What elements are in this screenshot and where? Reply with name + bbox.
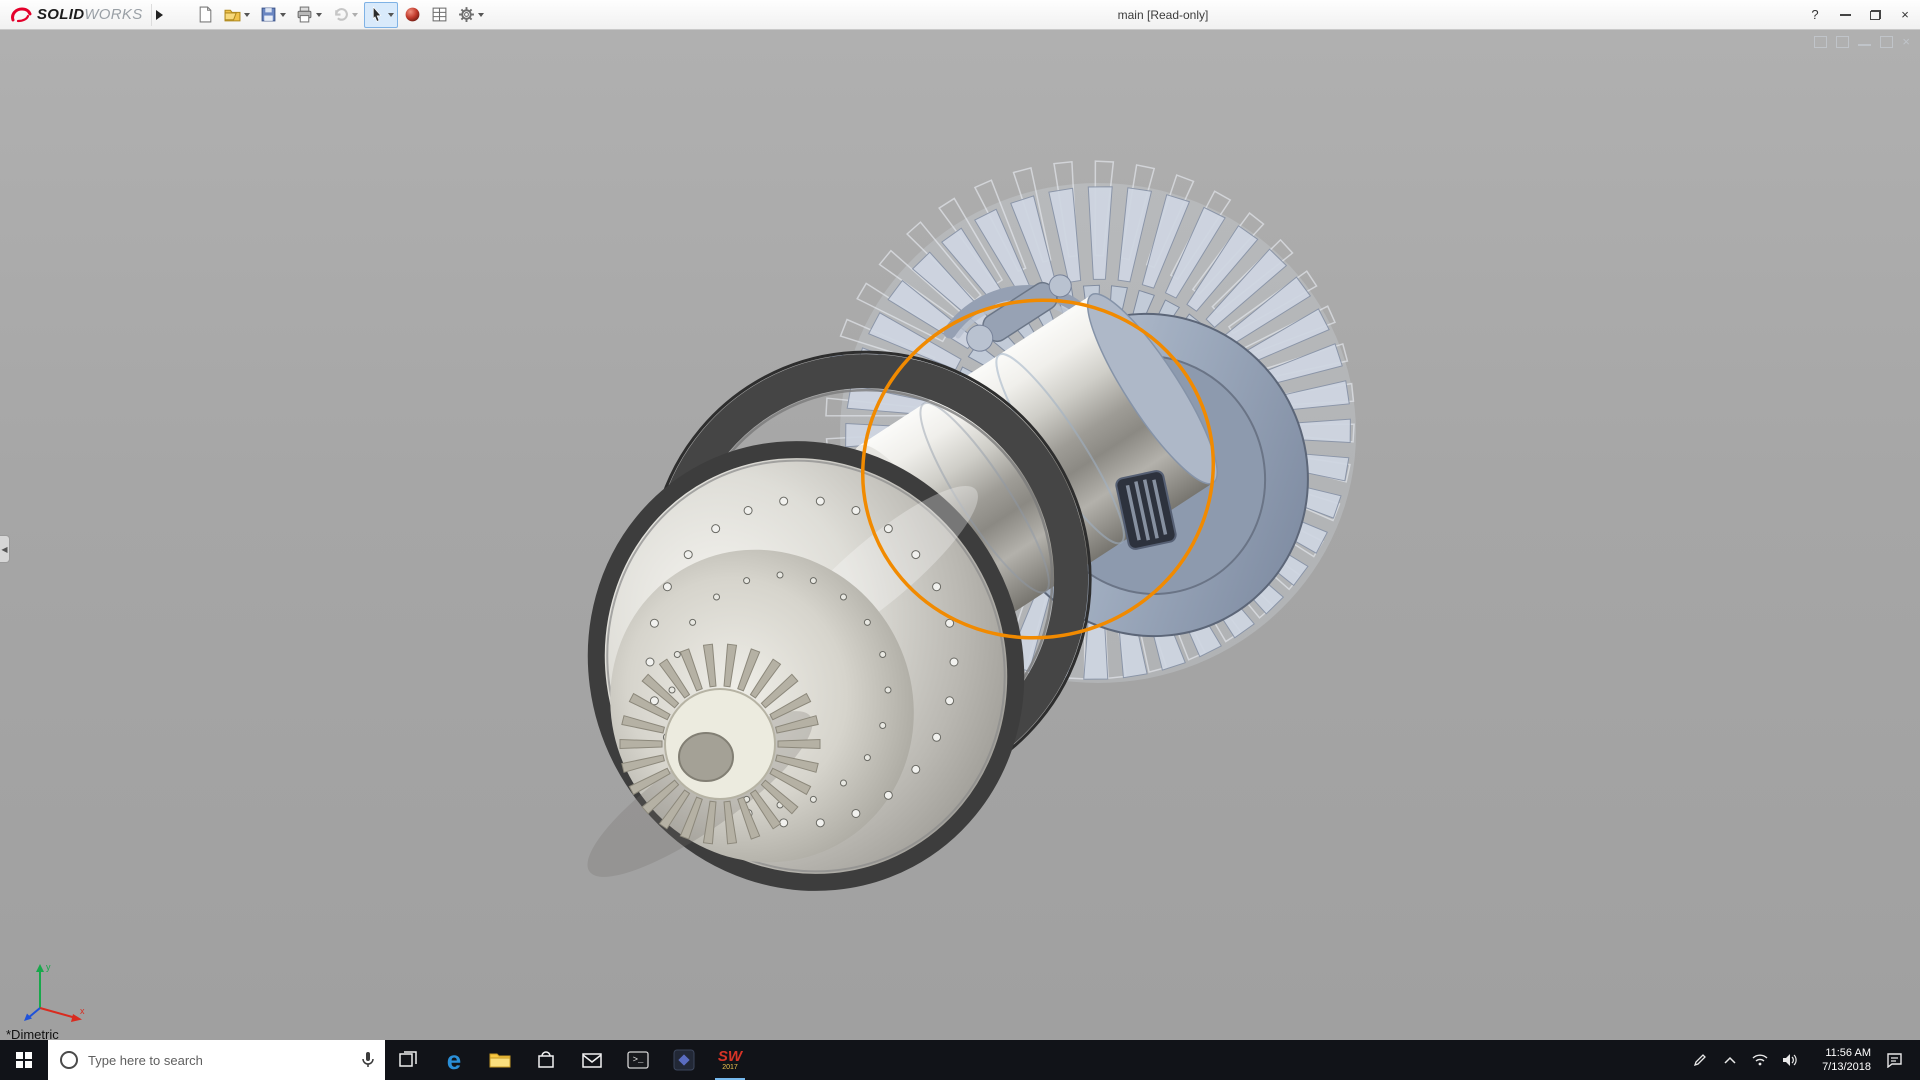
store-icon (537, 1050, 555, 1070)
solidworks-logo: SOLIDWORKS (0, 6, 151, 24)
file-explorer-button[interactable] (477, 1040, 523, 1080)
restore-icon (1870, 10, 1881, 20)
menu-flyout-button[interactable] (151, 4, 167, 26)
speaker-icon (1782, 1053, 1798, 1067)
search-input[interactable] (88, 1053, 351, 1068)
options-caret-icon[interactable] (478, 13, 484, 17)
brand-works: WORKS (84, 6, 142, 23)
close-button[interactable]: × (1890, 0, 1920, 29)
undo-icon (332, 6, 349, 23)
windows-logo-icon (16, 1052, 33, 1069)
task-view-icon (398, 1050, 418, 1070)
open-caret-icon[interactable] (244, 13, 250, 17)
minimize-icon (1840, 14, 1851, 16)
cube-app-button[interactable] (661, 1040, 707, 1080)
network-button[interactable] (1745, 1040, 1775, 1080)
options-gear-icon (458, 6, 475, 23)
system-tray: 11:56 AM 7/13/2018 (1685, 1040, 1920, 1080)
undo-caret-icon[interactable] (352, 13, 358, 17)
quick-access-toolbar (193, 2, 488, 28)
open-folder-icon (224, 6, 241, 23)
restore-button[interactable] (1860, 0, 1890, 29)
print-icon (296, 6, 313, 23)
child-minimize-icon[interactable] (1858, 39, 1871, 46)
panel-flyout-handle[interactable]: ◀ (0, 535, 10, 563)
solidworks-app-icon: SW 2017 (718, 1050, 742, 1071)
save-floppy-icon (260, 6, 277, 23)
clock-time: 11:56 AM (1805, 1046, 1871, 1060)
appearance-button[interactable] (400, 2, 425, 28)
cortana-icon (60, 1051, 78, 1069)
child-maximize-icon[interactable] (1880, 36, 1893, 48)
edge-button[interactable]: e (431, 1040, 477, 1080)
start-button[interactable] (0, 1040, 48, 1080)
volume-button[interactable] (1775, 1040, 1805, 1080)
print-caret-icon[interactable] (316, 13, 322, 17)
open-button[interactable] (220, 2, 254, 28)
taskbar-search[interactable] (48, 1040, 385, 1080)
edge-icon: e (447, 1047, 461, 1073)
command-prompt-glyph: >_ (633, 1055, 644, 1065)
print-button[interactable] (292, 2, 326, 28)
child-restore-icon[interactable] (1814, 36, 1827, 48)
wifi-icon (1752, 1054, 1768, 1066)
pen-icon (1693, 1053, 1707, 1067)
action-center-button[interactable] (1875, 1040, 1913, 1080)
save-button[interactable] (256, 2, 290, 28)
taskbar-clock[interactable]: 11:56 AM 7/13/2018 (1805, 1046, 1875, 1074)
mail-icon (582, 1053, 602, 1068)
cube-app-icon (673, 1049, 695, 1071)
ds-logo-icon (10, 7, 32, 23)
sw-label: SW (718, 1050, 742, 1064)
command-prompt-button[interactable]: >_ (615, 1040, 661, 1080)
grid-icon (431, 6, 448, 23)
new-document-button[interactable] (193, 2, 218, 28)
clock-date: 7/13/2018 (1805, 1060, 1871, 1074)
select-button[interactable] (364, 2, 398, 28)
sw-year: 2017 (718, 1064, 742, 1071)
windows-taskbar: e >_ SW 2017 (0, 1040, 1920, 1080)
solidworks-app-button[interactable]: SW 2017 (707, 1040, 753, 1080)
graphics-area[interactable]: × ◀ y x *Dimetric (0, 30, 1920, 1040)
new-document-icon (197, 6, 214, 23)
save-caret-icon[interactable] (280, 13, 286, 17)
child-restore2-icon[interactable] (1836, 36, 1849, 48)
task-view-button[interactable] (385, 1040, 431, 1080)
chevron-up-icon (1724, 1056, 1736, 1064)
orientation-triad: y x (22, 956, 92, 1026)
window-controls: ? × (1800, 0, 1920, 29)
store-button[interactable] (523, 1040, 569, 1080)
file-explorer-icon (489, 1051, 511, 1069)
hub-bore (679, 733, 733, 781)
help-button[interactable]: ? (1800, 0, 1830, 29)
hidden-icons-button[interactable] (1715, 1040, 1745, 1080)
mail-button[interactable] (569, 1040, 615, 1080)
options-button[interactable] (454, 2, 488, 28)
triad-x-label: x (80, 1006, 85, 1016)
triad-y-label: y (46, 962, 51, 972)
child-window-controls: × (1814, 36, 1910, 48)
undo-button[interactable] (328, 2, 362, 28)
select-cursor-icon (368, 6, 385, 23)
document-title: main [Read-only] (1118, 8, 1209, 22)
grid-view-button[interactable] (427, 2, 452, 28)
pen-tray-button[interactable] (1685, 1040, 1715, 1080)
select-caret-icon[interactable] (388, 13, 394, 17)
brand-solid: SOLID (37, 6, 84, 23)
engine-3d-model[interactable] (0, 30, 1920, 1040)
child-close-icon[interactable]: × (1902, 36, 1910, 48)
appearance-sphere-icon (404, 6, 421, 23)
flyout-arrow-icon (156, 10, 163, 20)
titlebar: SOLIDWORKS (0, 0, 1920, 30)
microphone-icon[interactable] (361, 1051, 375, 1069)
minimize-button[interactable] (1830, 0, 1860, 29)
action-center-icon (1886, 1052, 1903, 1068)
